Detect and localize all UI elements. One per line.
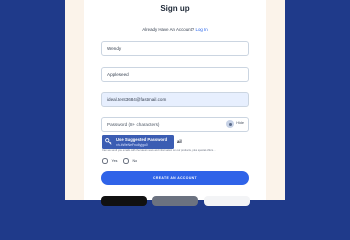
radio-no-label: No xyxy=(132,159,138,163)
suggested-password-popup[interactable]: Use Suggested Password xh-bWeNeFnu6yjgu0 xyxy=(102,135,174,149)
social-button-light[interactable] xyxy=(204,196,250,206)
first-name-field[interactable]: Wendy xyxy=(101,41,249,56)
social-button-gray[interactable] xyxy=(152,196,198,206)
already-text: Already Have An Account? xyxy=(142,27,195,32)
radio-no[interactable] xyxy=(123,158,129,164)
login-link[interactable]: Log In xyxy=(196,27,208,32)
radio-yes[interactable] xyxy=(102,158,108,164)
password-manager-icon[interactable] xyxy=(226,120,234,128)
radio-no-option[interactable]: No xyxy=(123,156,137,166)
suggest-title: Use Suggested Password xyxy=(116,136,168,142)
signup-card: Sign up Already Have An Account? Log In … xyxy=(84,0,266,206)
radio-yes-label: Yes xyxy=(111,159,118,163)
last-name-field[interactable]: Appleseed xyxy=(101,67,249,82)
social-button-dark[interactable] xyxy=(101,196,147,206)
radio-yes-option[interactable]: Yes xyxy=(102,156,117,166)
marketing-consent-text: Can we send you emails with the latest n… xyxy=(102,149,216,152)
key-icon xyxy=(105,138,112,145)
suggest-value: xh-bWeNeFnu6yjgu0 xyxy=(116,142,148,147)
show-password-toggle[interactable]: Hide xyxy=(236,121,244,125)
page-title: Sign up xyxy=(160,4,190,13)
obscured-label: ail xyxy=(177,139,182,144)
password-group: Password (8+ characters) Hide xyxy=(101,117,249,132)
login-prompt: Already Have An Account? Log In xyxy=(84,27,266,32)
email-field[interactable]: ideal.tent3684@fastmail.com xyxy=(101,92,249,107)
create-account-button[interactable]: CREATE AN ACCOUNT xyxy=(101,171,249,185)
